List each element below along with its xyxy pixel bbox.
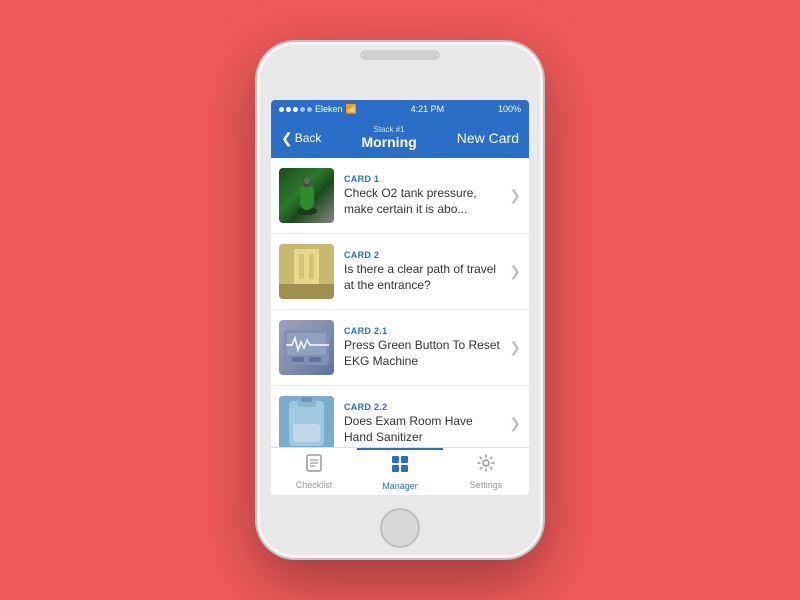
card-label: CARD 2.2 — [344, 402, 503, 412]
list-item[interactable]: CARD 1 Check O2 tank pressure, make cert… — [271, 158, 529, 234]
card-content: CARD 2.1 Press Green Button To Reset EKG… — [344, 326, 503, 369]
phone-home-button[interactable] — [380, 508, 420, 548]
back-button[interactable]: ❮ Back — [281, 130, 321, 147]
nav-title: Morning — [361, 135, 416, 150]
card-image — [279, 396, 334, 447]
nav-center: Stack #1 Morning — [361, 126, 416, 150]
card-image — [279, 168, 334, 223]
card-image — [279, 244, 334, 299]
chevron-right-icon: ❯ — [509, 415, 521, 432]
wifi-icon: 📶 — [346, 104, 357, 115]
checklist-tab-label: Checklist — [296, 480, 333, 490]
back-label: Back — [295, 131, 322, 145]
checklist-icon — [304, 453, 324, 478]
card-content: CARD 2 Is there a clear path of travel a… — [344, 250, 503, 293]
stack-label: Stack #1 — [374, 126, 405, 135]
status-bar: Eleken 📶 4:21 PM 100% — [271, 100, 529, 118]
nav-bar: ❮ Back Stack #1 Morning New Card — [271, 118, 529, 158]
tab-settings[interactable]: Settings — [443, 448, 529, 495]
card-content: CARD 1 Check O2 tank pressure, make cert… — [344, 174, 503, 217]
manager-tab-label: Manager — [382, 481, 418, 491]
phone-screen: Eleken 📶 4:21 PM 100% ❮ Back Stack #1 Mo… — [271, 100, 529, 495]
carrier-name: Eleken — [315, 104, 343, 114]
card-label: CARD 1 — [344, 174, 503, 184]
card-image — [279, 320, 334, 375]
chevron-right-icon: ❯ — [509, 187, 521, 204]
settings-icon — [476, 453, 496, 478]
chevron-right-icon: ❯ — [509, 339, 521, 356]
battery-status: 100% — [498, 104, 521, 114]
manager-icon — [390, 454, 410, 479]
card-label: CARD 2.1 — [344, 326, 503, 336]
card-title: Press Green Button To Reset EKG Machine — [344, 338, 503, 369]
chevron-right-icon: ❯ — [509, 263, 521, 280]
new-card-button[interactable]: New Card — [457, 130, 519, 146]
card-content: CARD 2.2 Does Exam Room Have Hand Saniti… — [344, 402, 503, 445]
card-label: CARD 2 — [344, 250, 503, 260]
settings-tab-label: Settings — [470, 480, 503, 490]
tab-manager[interactable]: Manager — [357, 448, 443, 495]
card-title: Check O2 tank pressure, make certain it … — [344, 186, 503, 217]
list-item[interactable]: CARD 2.1 Press Green Button To Reset EKG… — [271, 310, 529, 386]
card-list: CARD 1 Check O2 tank pressure, make cert… — [271, 158, 529, 447]
card-title: Does Exam Room Have Hand Sanitizer — [344, 414, 503, 445]
list-item[interactable]: CARD 2 Is there a clear path of travel a… — [271, 234, 529, 310]
tab-checklist[interactable]: Checklist — [271, 448, 357, 495]
phone-top-bar — [360, 50, 440, 60]
clock: 4:21 PM — [411, 104, 445, 114]
list-item[interactable]: CARD 2.2 Does Exam Room Have Hand Saniti… — [271, 386, 529, 447]
phone-wrapper: Eleken 📶 4:21 PM 100% ❮ Back Stack #1 Mo… — [255, 40, 545, 560]
back-chevron-icon: ❮ — [281, 130, 293, 147]
tab-bar: Checklist Manager — [271, 447, 529, 495]
card-title: Is there a clear path of travel at the e… — [344, 262, 503, 293]
